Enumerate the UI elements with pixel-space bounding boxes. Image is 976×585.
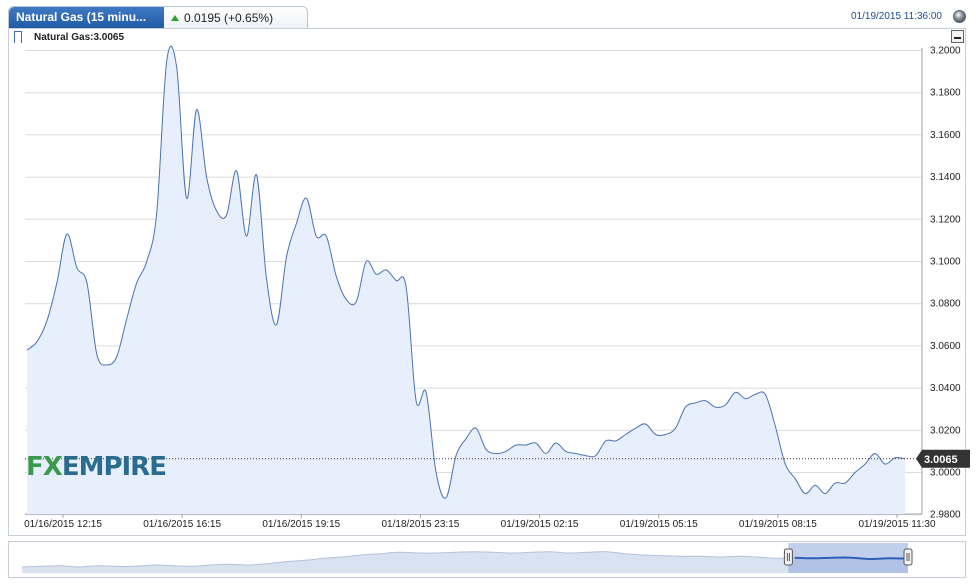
navigator-area [22,551,908,573]
navigator[interactable] [0,0,976,585]
navigator-left-handle[interactable] [783,548,793,566]
navigator-right-handle[interactable] [903,548,913,566]
